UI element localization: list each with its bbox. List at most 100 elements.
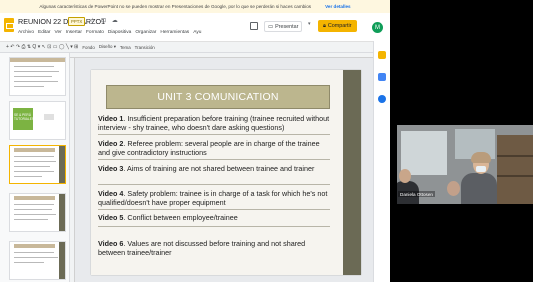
video-item-2[interactable]: Video 2. Referee problem: several people… xyxy=(98,139,332,157)
participant-figure xyxy=(471,152,491,163)
theme-button[interactable]: Tema xyxy=(120,45,131,50)
menu-ayuda[interactable]: Ayu xyxy=(193,30,201,35)
webcam-shelf xyxy=(497,135,533,204)
thumb-title-band xyxy=(10,58,65,62)
webcam-shelf-line xyxy=(497,175,533,177)
menu-bar: Archivo Editar Ver Insertar Formato Diap… xyxy=(18,30,201,35)
thumb-text-line xyxy=(14,214,56,216)
menu-insertar[interactable]: Insertar xyxy=(66,30,82,35)
slide-thumbnail-4[interactable] xyxy=(9,193,66,232)
thumb-text-line xyxy=(14,252,54,254)
share-label: Compartir xyxy=(327,23,352,29)
thumb-text-line xyxy=(14,219,48,221)
thumb-stripe xyxy=(59,194,65,231)
slide-thumbnail-5[interactable] xyxy=(9,241,66,280)
layout-button[interactable]: Diseño ▾ xyxy=(99,44,116,50)
thumb-text-line xyxy=(14,209,52,211)
participant-figure xyxy=(399,169,411,183)
menu-herramientas[interactable]: Herramientas xyxy=(160,30,189,35)
thumb-text-line xyxy=(14,66,54,68)
thumb-text-line xyxy=(14,166,50,168)
comments-icon[interactable] xyxy=(250,22,258,30)
present-icon: ▭ xyxy=(268,23,274,30)
present-label: Presentar xyxy=(275,23,299,30)
thumb-text-line xyxy=(14,161,56,163)
video-label: Video 3 xyxy=(98,164,124,173)
video-text: . Aims of training are not shared betwee… xyxy=(123,164,315,173)
slide-thumbnail-3[interactable] xyxy=(9,145,66,184)
calendar-icon[interactable] xyxy=(378,95,386,103)
keep-icon[interactable] xyxy=(378,51,386,59)
thumb-text-line xyxy=(14,262,44,264)
participant-figure xyxy=(447,181,460,196)
video-label: Video 2 xyxy=(98,139,124,148)
separator xyxy=(98,184,330,185)
thumb-title-band xyxy=(14,148,55,152)
menu-archivo[interactable]: Archivo xyxy=(18,30,34,35)
webcam-feed[interactable]: Daniela Ottosen xyxy=(397,125,533,204)
menu-formato[interactable]: Formato xyxy=(86,30,104,35)
file-type-badge: PPTX xyxy=(68,17,86,26)
slide-title: UNIT 3 COMUNICATION xyxy=(157,91,279,103)
separator xyxy=(98,134,330,135)
thumb-text-line xyxy=(14,171,54,173)
toolbar: + ↶ ↷ ⎙ ⇅ Q ▾ ↖ ⊡ ▭ ◯ ╲ ▾ ⊞ Fondo Diseño… xyxy=(0,41,373,53)
participant-name: Daniela Ottosen xyxy=(398,191,435,197)
thumb-logo xyxy=(44,114,54,120)
video-item-4[interactable]: Video 4. Safety problem: trainee is in c… xyxy=(98,189,332,207)
thumb-title-band xyxy=(14,196,55,200)
horizontal-ruler xyxy=(70,53,373,58)
menu-ver[interactable]: Ver xyxy=(55,30,62,35)
thumb-stripe xyxy=(59,146,65,183)
star-move-cloud-icons[interactable]: ☆ ⊡ ☁ xyxy=(90,17,120,24)
notification-banner: Algunas características de PowerPoint no… xyxy=(0,0,390,13)
thumb-green-text: SE & PERÚ TUTORIALES xyxy=(14,113,34,121)
toolbar-tools-icons[interactable]: + ↶ ↷ ⎙ ⇅ Q ▾ ↖ ⊡ ▭ ◯ ╲ ▾ ⊞ xyxy=(6,44,78,50)
slides-logo-icon[interactable] xyxy=(4,18,14,32)
thumb-text-line xyxy=(14,176,42,178)
video-label: Video 4 xyxy=(98,189,124,198)
video-label: Video 5 xyxy=(98,213,124,222)
slide-title-box[interactable]: UNIT 3 COMUNICATION xyxy=(106,85,330,109)
view-details-link[interactable]: Ver detalles xyxy=(325,4,351,9)
video-text: . Referee problem: several people are in… xyxy=(98,139,320,158)
video-text: . Safety problem: trainee is in charge o… xyxy=(98,189,328,208)
participant-figure xyxy=(461,173,497,204)
thumb-title-band xyxy=(14,244,55,248)
thumb-text-line xyxy=(14,71,59,73)
video-item-5[interactable]: Video 5. Conflict between employee/train… xyxy=(98,213,332,222)
slide-side-stripe xyxy=(343,70,361,275)
thumb-text-line xyxy=(14,204,54,206)
vertical-ruler xyxy=(70,58,75,282)
video-label: Video 6 xyxy=(98,239,124,248)
video-text: . Conflict between employee/trainee xyxy=(123,213,238,222)
banner-message: Algunas características de PowerPoint no… xyxy=(39,4,312,9)
separator xyxy=(98,226,330,227)
video-item-1[interactable]: Video 1. Insufficient preparation before… xyxy=(98,114,332,132)
menu-diapositiva[interactable]: Diapositiva xyxy=(108,30,131,35)
thumb-stripe xyxy=(59,242,65,279)
share-button[interactable]: 🔒︎ Compartir xyxy=(318,20,357,32)
thumb-text-line xyxy=(14,257,58,259)
webcam-window xyxy=(401,131,447,175)
video-text: . Values are not discussed before traini… xyxy=(98,239,306,258)
video-label: Video 1 xyxy=(98,114,124,123)
thumb-text-line xyxy=(14,81,58,83)
tasks-icon[interactable] xyxy=(378,73,386,81)
video-item-6[interactable]: Video 6. Values are not discussed before… xyxy=(98,239,332,257)
present-button[interactable]: ▭ Presentar xyxy=(264,21,303,32)
separator xyxy=(98,209,330,210)
menu-editar[interactable]: Editar xyxy=(38,30,51,35)
background-button[interactable]: Fondo xyxy=(82,45,94,50)
separator xyxy=(98,159,330,160)
video-item-3[interactable]: Video 3. Aims of training are not shared… xyxy=(98,164,332,173)
slide-thumbnail-2[interactable]: SE & PERÚ TUTORIALES xyxy=(9,101,66,140)
slide-thumbnail-1[interactable] xyxy=(9,57,66,96)
transition-button[interactable]: Transición xyxy=(135,45,155,50)
present-dropdown-icon[interactable]: ▾ xyxy=(308,21,311,27)
participant-figure xyxy=(476,166,486,172)
menu-organizar[interactable]: Organizar xyxy=(135,30,156,35)
thumb-text-line xyxy=(14,76,52,78)
screen: Algunas características de PowerPoint no… xyxy=(0,0,533,282)
avatar[interactable]: M xyxy=(372,22,383,33)
